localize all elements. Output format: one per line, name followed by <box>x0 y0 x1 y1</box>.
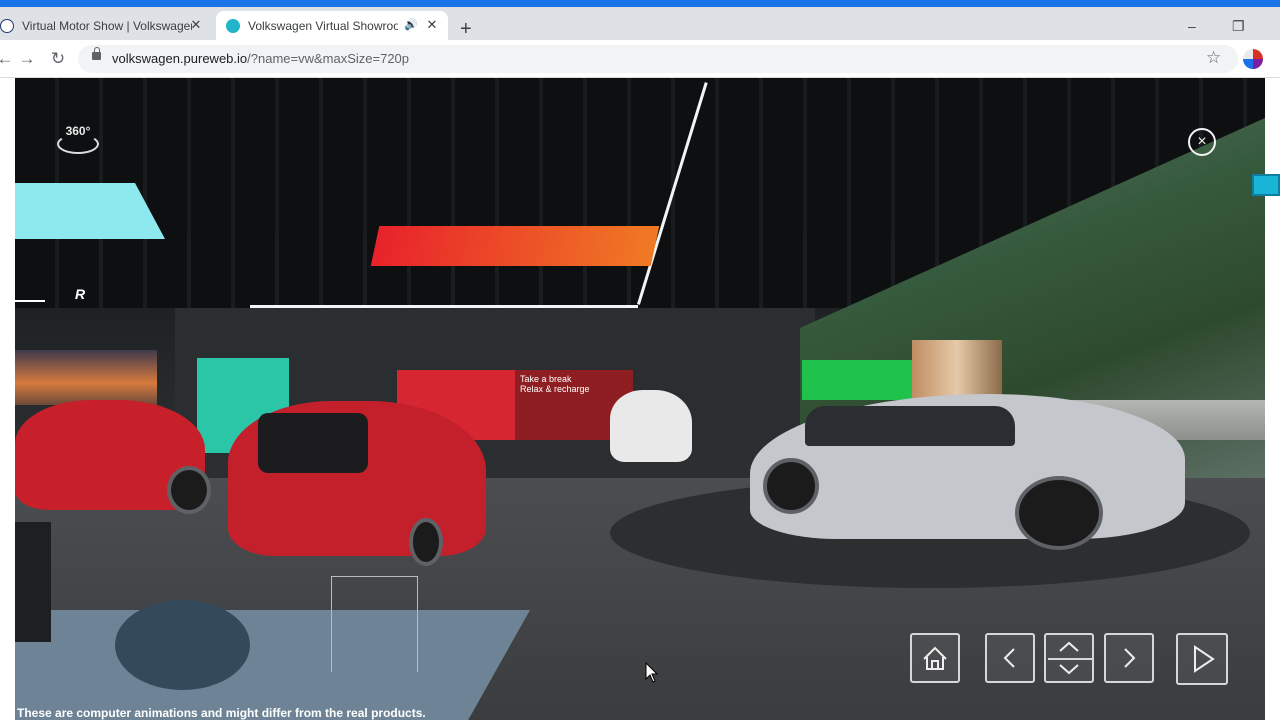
tab-virtual-motor-show[interactable]: Virtual Motor Show | Volkswagen ✕ <box>0 11 212 40</box>
close-tab-icon[interactable]: ✕ <box>424 17 440 33</box>
web-content: Take a break Relax & recharge R 360° × T… <box>0 78 1280 720</box>
red-up-gti-car[interactable] <box>228 401 486 556</box>
profile-avatar[interactable] <box>1243 49 1263 69</box>
wheel <box>763 458 819 514</box>
tab-title: Volkswagen Virtual Showroom <box>248 18 398 33</box>
tab-strip: Virtual Motor Show | Volkswagen ✕ Volksw… <box>0 7 1280 40</box>
close-icon[interactable]: × <box>1188 128 1216 156</box>
view-360-icon[interactable]: 360° <box>55 124 101 154</box>
url-path: /?name=vw&maxSize=720p <box>247 51 410 66</box>
white-suv-car[interactable] <box>610 390 692 462</box>
reload-button[interactable]: ↻ <box>47 48 69 70</box>
corner-badge-icon[interactable] <box>1252 174 1280 196</box>
tab-title: Virtual Motor Show | Volkswagen <box>22 18 192 33</box>
new-tab-button[interactable]: + <box>460 19 472 39</box>
tab-virtual-showroom[interactable]: Volkswagen Virtual Showroom 🔊 ✕ <box>216 11 448 40</box>
window-top-accent <box>0 0 1280 7</box>
browser-toolbar: ← → ↻ volkswagen.pureweb.io/?name=vw&max… <box>0 40 1280 78</box>
chevron-right-icon <box>1124 648 1136 668</box>
ad-text-line1: Take a break <box>520 374 572 384</box>
wall-stripe <box>15 300 45 302</box>
up-down-button[interactable] <box>1044 633 1094 683</box>
play-icon <box>1194 645 1215 673</box>
orange-ceiling-panel <box>370 226 660 266</box>
blue-rug <box>15 610 530 720</box>
ottoman <box>115 600 250 690</box>
wheel <box>167 466 211 514</box>
gray-golf-gti-car[interactable] <box>750 394 1185 539</box>
pedestal <box>15 522 51 642</box>
speaker-icon[interactable]: 🔊 <box>404 18 418 31</box>
rotate-ring-icon <box>57 134 99 154</box>
play-button[interactable] <box>1176 633 1228 685</box>
wheel <box>1015 476 1103 550</box>
green-display <box>802 360 912 400</box>
next-button[interactable] <box>1104 633 1154 683</box>
chevron-down-icon[interactable] <box>1046 635 1092 681</box>
url-host: volkswagen.pureweb.io <box>112 51 248 66</box>
address-bar[interactable]: volkswagen.pureweb.io/?name=vw&maxSize=7… <box>78 45 1238 73</box>
r-logo: R <box>75 286 86 302</box>
restore-button[interactable]: ❐ <box>1232 18 1245 35</box>
pureweb-icon <box>226 18 240 33</box>
wheel <box>409 518 443 566</box>
ad-screen-text: Take a break Relax & recharge <box>520 374 590 394</box>
disclaimer-text: These are computer animations and might … <box>17 706 426 720</box>
back-button[interactable]: ← <box>0 48 16 70</box>
ad-text-line2: Relax & recharge <box>520 384 590 394</box>
lock-icon[interactable] <box>92 47 101 60</box>
bookmark-star-icon[interactable]: ☆ <box>1206 48 1221 68</box>
close-tab-icon[interactable]: ✕ <box>188 17 204 33</box>
side-table <box>331 576 418 672</box>
vw-logo-icon <box>0 18 14 33</box>
sunset-screen <box>15 350 157 405</box>
minimize-button[interactable]: – <box>1188 18 1196 34</box>
showroom-scene[interactable]: Take a break Relax & recharge R 360° × T… <box>15 78 1265 720</box>
home-icon <box>923 646 947 670</box>
home-button[interactable] <box>910 633 960 683</box>
url-text: volkswagen.pureweb.io/?name=vw&maxSize=7… <box>112 51 409 66</box>
previous-button[interactable] <box>985 633 1035 683</box>
chevron-left-icon <box>1003 648 1015 668</box>
forward-button[interactable]: → <box>16 48 38 70</box>
